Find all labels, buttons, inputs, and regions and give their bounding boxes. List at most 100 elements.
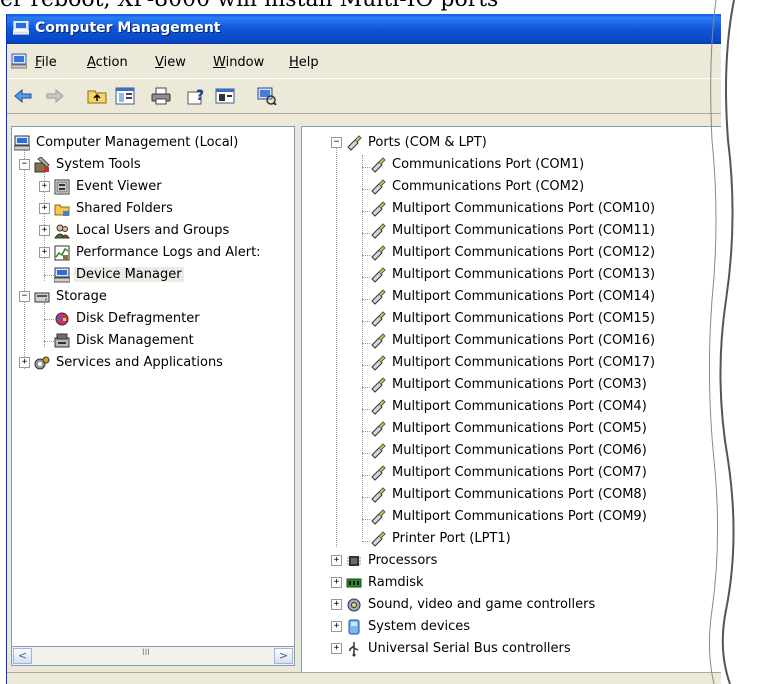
tree-horizontal-scrollbar[interactable]: < III > [11,646,295,666]
performance-icon [54,245,70,261]
port-item-label: Multiport Communications Port (COM11) [392,223,656,238]
expand-category[interactable]: + [331,577,342,588]
computer-management-window: Computer Management File Action View Win… [6,14,721,684]
menu-help[interactable]: Help [289,55,319,70]
disk-icon [54,333,70,349]
port-connector-icon [370,179,386,195]
port-connector-icon [370,465,386,481]
users-icon [54,223,70,239]
back-arrow-icon[interactable] [13,87,33,105]
port-connector-icon [370,289,386,305]
port-item-label: Printer Port (LPT1) [392,531,511,546]
help-icon[interactable]: ? [187,87,207,105]
port-item-label: Multiport Communications Port (COM12) [392,245,656,260]
processor-icon [346,553,362,569]
port-connector-icon [370,157,386,173]
scroll-right-button[interactable]: > [274,648,293,664]
port-connector-icon [346,135,362,151]
folder-icon [54,201,70,217]
port-item-label: Multiport Communications Port (COM16) [392,333,656,348]
port-connector-icon [370,399,386,415]
port-connector-icon [370,421,386,437]
port-item-label: Multiport Communications Port (COM17) [392,355,656,370]
port-item-label: Multiport Communications Port (COM10) [392,201,656,216]
storage-icon [34,289,50,305]
event-viewer-icon [54,179,70,195]
device-category-label: Processors [368,553,438,568]
svg-text:?: ? [196,88,204,104]
port-connector-icon [370,443,386,459]
expand-category[interactable]: + [331,599,342,610]
window-title: Computer Management [35,20,221,36]
expand-performance-logs[interactable]: + [39,247,50,258]
system-menu-icon[interactable] [10,53,28,69]
port-connector-icon [370,267,386,283]
menu-window[interactable]: Window [213,55,264,70]
port-connector-icon [370,333,386,349]
console-tree-pane[interactable]: Computer Management (Local) − System Too… [11,126,295,648]
port-item-label: Multiport Communications Port (COM7) [392,465,647,480]
port-connector-icon [370,355,386,371]
port-item-label: Multiport Communications Port (COM14) [392,289,656,304]
scroll-left-button[interactable]: < [13,648,32,664]
port-connector-icon [370,311,386,327]
expand-category[interactable]: + [331,643,342,654]
forward-arrow-icon[interactable] [45,87,65,105]
port-connector-icon [370,223,386,239]
toolbar: ? [7,78,721,114]
port-item-label: Multiport Communications Port (COM3) [392,377,647,392]
scroll-thumb-grip[interactable]: III [142,648,150,658]
menu-file[interactable]: File [35,55,57,70]
services-icon [34,355,50,371]
defrag-icon [54,311,70,327]
title-bar[interactable]: Computer Management [7,14,721,44]
port-item-label: Multiport Communications Port (COM4) [392,399,647,414]
collapse-system-tools[interactable]: − [19,159,30,170]
menu-action[interactable]: Action [87,55,128,70]
expand-category[interactable]: + [331,621,342,632]
torn-page-edge [704,0,776,684]
sound-icon [346,597,362,613]
show-hide-tree-icon[interactable] [115,87,135,105]
port-connector-icon [370,509,386,525]
status-bar [7,672,721,684]
port-item-label: Communications Port (COM1) [392,157,585,172]
port-connector-icon [370,531,386,547]
ramdisk-icon [346,575,362,591]
port-item-label: Communications Port (COM2) [392,179,585,194]
port-connector-icon [370,377,386,393]
expand-local-users[interactable]: + [39,225,50,236]
system-device-icon [346,619,362,635]
tools-icon [34,156,50,173]
device-category-label: System devices [368,619,471,634]
port-connector-icon [370,201,386,217]
collapse-storage[interactable]: − [19,291,30,302]
device-category-label: Sound, video and game controllers [368,597,596,612]
port-connector-icon [370,487,386,503]
expand-shared-folders[interactable]: + [39,203,50,214]
expand-category[interactable]: + [331,555,342,566]
expand-services-and-applications[interactable]: + [19,357,30,368]
port-item-label: Multiport Communications Port (COM15) [392,311,656,326]
port-item-label: Multiport Communications Port (COM8) [392,487,647,502]
properties-icon[interactable] [215,87,235,105]
collapse-ports[interactable]: − [331,137,342,148]
port-connector-icon [370,245,386,261]
up-one-level-icon[interactable] [87,87,107,105]
port-item-label: Multiport Communications Port (COM5) [392,421,647,436]
port-item-label: Multiport Communications Port (COM6) [392,443,647,458]
usb-icon [346,641,362,657]
computer-icon [13,135,31,151]
computer-management-icon [12,20,30,35]
scan-hardware-icon[interactable] [257,87,277,106]
port-item-label: Multiport Communications Port (COM9) [392,509,647,524]
device-list-pane[interactable]: − Ports (COM & LPT) Communications Port … [301,126,721,684]
device-category-label: Universal Serial Bus controllers [368,641,571,656]
device-category-label: Ramdisk [368,575,424,590]
port-item-label: Multiport Communications Port (COM13) [392,267,656,282]
menu-view[interactable]: View [155,55,186,70]
menu-bar: File Action View Window Help [7,50,721,76]
device-manager-icon [53,267,71,283]
print-icon[interactable] [151,87,171,105]
expand-event-viewer[interactable]: + [39,181,50,192]
